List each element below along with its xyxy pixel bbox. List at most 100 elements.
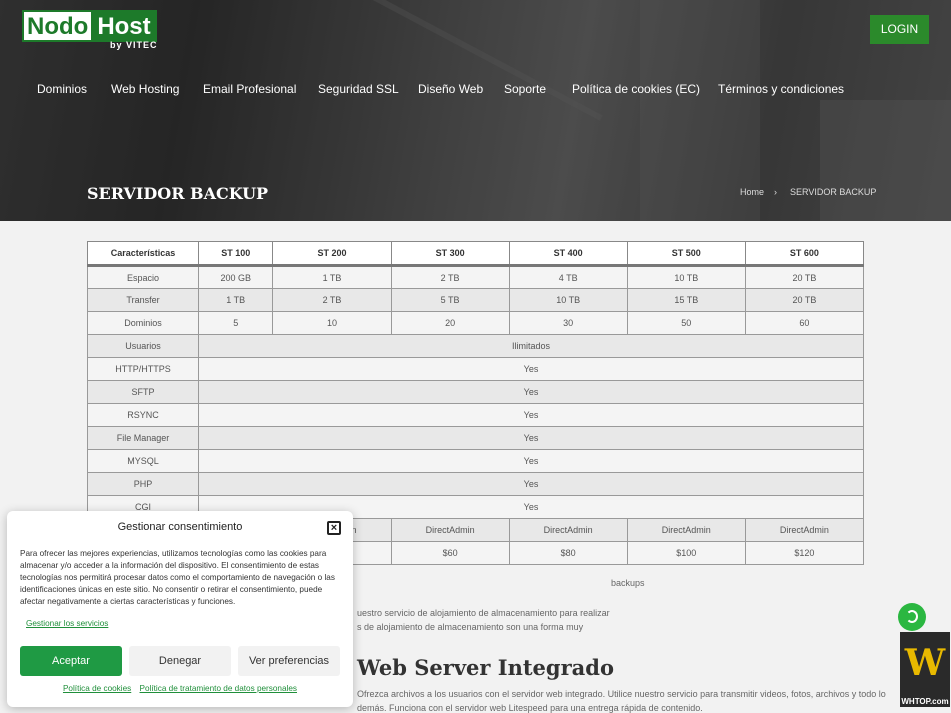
whatsapp-icon[interactable] (898, 603, 926, 631)
login-button[interactable]: LOGIN (870, 15, 929, 44)
section-paragraph-line: Ofrezca archivos a los usuarios con el s… (357, 689, 886, 699)
table-row: Dominios 5 10 20 30 50 60 (87, 311, 865, 335)
table-cell: 10 (272, 311, 392, 335)
table-header: ST 300 (390, 241, 510, 267)
intro-paragraph-line: s de alojamiento de almacenamiento son u… (357, 622, 584, 632)
table-cell: 2 TB (272, 288, 392, 312)
broken-image-backups: backups (611, 578, 645, 588)
table-cell: 4 TB (508, 265, 628, 289)
table-header: ST 200 (272, 241, 392, 267)
consent-links: Política de cookies Política de tratamie… (7, 684, 353, 693)
table-cell: DirectAdmin (390, 518, 510, 542)
table-row: Usuarios Ilimitados (87, 334, 864, 358)
table-cell: 10 TB (508, 288, 628, 312)
nav-item-dominios[interactable]: Dominios (37, 82, 87, 96)
table-cell-label: Transfer (87, 288, 199, 312)
table-cell: 20 (390, 311, 510, 335)
table-cell: $100 (626, 541, 746, 565)
table-row: MYSQL Yes (87, 449, 864, 473)
whtop-watermark: W WHTOP.com (900, 632, 950, 707)
table-cell: 15 TB (626, 288, 746, 312)
table-row: Transfer 1 TB 2 TB 5 TB 10 TB 15 TB 20 T… (87, 288, 865, 312)
table-cell: 20 TB (744, 265, 865, 289)
table-cell: 10 TB (626, 265, 746, 289)
table-cell: 50 (626, 311, 746, 335)
intro-paragraph-line: uestro servicio de alojamiento de almace… (357, 608, 610, 618)
table-row: PHP Yes (87, 472, 864, 496)
table-cell-label: MYSQL (87, 449, 199, 473)
site-logo[interactable]: Nodo Host (22, 10, 157, 42)
nav-item-ssl[interactable]: Seguridad SSL (318, 82, 399, 96)
table-cell: $80 (508, 541, 628, 565)
view-preferences-button[interactable]: Ver preferencias (238, 646, 340, 676)
table-cell: 1 TB (272, 265, 392, 289)
watermark-text: WHTOP.com (901, 697, 949, 706)
table-cell: DirectAdmin (744, 518, 865, 542)
table-cell-label: File Manager (87, 426, 199, 450)
table-row: Espacio 200 GB 1 TB 2 TB 4 TB 10 TB 20 T… (87, 265, 865, 289)
table-cell: 30 (508, 311, 628, 335)
nav-item-terminos[interactable]: Términos y condiciones (718, 82, 844, 96)
manage-services-link[interactable]: Gestionar los servicios (26, 619, 108, 628)
consent-body: Para ofrecer las mejores experiencias, u… (20, 549, 335, 606)
table-header: ST 400 (508, 241, 628, 267)
table-cell-label: PHP (87, 472, 199, 496)
table-cell: 5 (197, 311, 274, 335)
table-cell-span: Yes (198, 403, 864, 427)
table-cell-label: RSYNC (87, 403, 199, 427)
table-cell: $60 (390, 541, 510, 565)
cookie-consent-dialog: Gestionar consentimiento × Para ofrecer … (7, 511, 353, 707)
table-cell: 2 TB (390, 265, 510, 289)
table-cell-label: SFTP (87, 380, 199, 404)
table-cell: DirectAdmin (508, 518, 628, 542)
consent-title: Gestionar consentimiento (117, 521, 243, 533)
table-cell: 5 TB (390, 288, 510, 312)
breadcrumb-home[interactable]: Home (740, 187, 764, 197)
section-heading: Web Server Integrado (357, 655, 614, 680)
deny-button[interactable]: Denegar (129, 646, 231, 676)
nav-item-soporte[interactable]: Soporte (504, 82, 546, 96)
table-cell-label: Usuarios (87, 334, 199, 358)
data-policy-link[interactable]: Política de tratamiento de datos persona… (140, 684, 297, 693)
table-row: HTTP/HTTPS Yes (87, 357, 864, 381)
table-header: ST 100 (197, 241, 274, 267)
nav-item-cookies[interactable]: Política de cookies (EC) (572, 82, 700, 96)
breadcrumb-separator-icon: › (774, 187, 777, 197)
table-cell-span: Yes (198, 426, 864, 450)
table-header-row: Características ST 100 ST 200 ST 300 ST … (87, 241, 865, 267)
table-cell-span: Yes (198, 380, 864, 404)
main-nav: Dominios Web Hosting Email Profesional S… (0, 82, 951, 98)
table-cell-span: Ilimitados (198, 334, 864, 358)
table-cell-label: HTTP/HTTPS (87, 357, 199, 381)
table-cell-span: Yes (198, 449, 864, 473)
table-row: RSYNC Yes (87, 403, 864, 427)
page-title: SERVIDOR BACKUP (87, 184, 269, 203)
table-cell-span: Yes (198, 357, 864, 381)
table-cell: 200 GB (197, 265, 274, 289)
table-cell: DirectAdmin (626, 518, 746, 542)
table-row: File Manager Yes (87, 426, 864, 450)
table-cell-label: Espacio (87, 265, 199, 289)
watermark-letters: W (904, 642, 946, 684)
table-cell: 60 (744, 311, 865, 335)
table-cell: 20 TB (744, 288, 865, 312)
logo-subtitle: by VITEC (110, 40, 158, 50)
section-paragraph-line: demás. Funciona con el servidor web Lite… (357, 703, 703, 713)
logo-text-left: Nodo (22, 10, 94, 42)
table-cell: $120 (744, 541, 865, 565)
breadcrumb-current: SERVIDOR BACKUP (790, 187, 877, 197)
cookie-policy-link[interactable]: Política de cookies (63, 684, 131, 693)
table-cell-label: Dominios (87, 311, 199, 335)
table-header: Características (87, 241, 199, 267)
table-cell-span: Yes (198, 472, 864, 496)
nav-item-email[interactable]: Email Profesional (203, 82, 296, 96)
table-header: ST 500 (626, 241, 746, 267)
table-header: ST 600 (744, 241, 865, 267)
nav-item-diseno-web[interactable]: Diseño Web (418, 82, 483, 96)
logo-text-right: Host (93, 10, 157, 42)
accept-button[interactable]: Aceptar (20, 646, 122, 676)
table-row: SFTP Yes (87, 380, 864, 404)
nav-item-web-hosting[interactable]: Web Hosting (111, 82, 179, 96)
close-icon[interactable]: × (327, 521, 341, 535)
phone-icon (906, 610, 918, 623)
